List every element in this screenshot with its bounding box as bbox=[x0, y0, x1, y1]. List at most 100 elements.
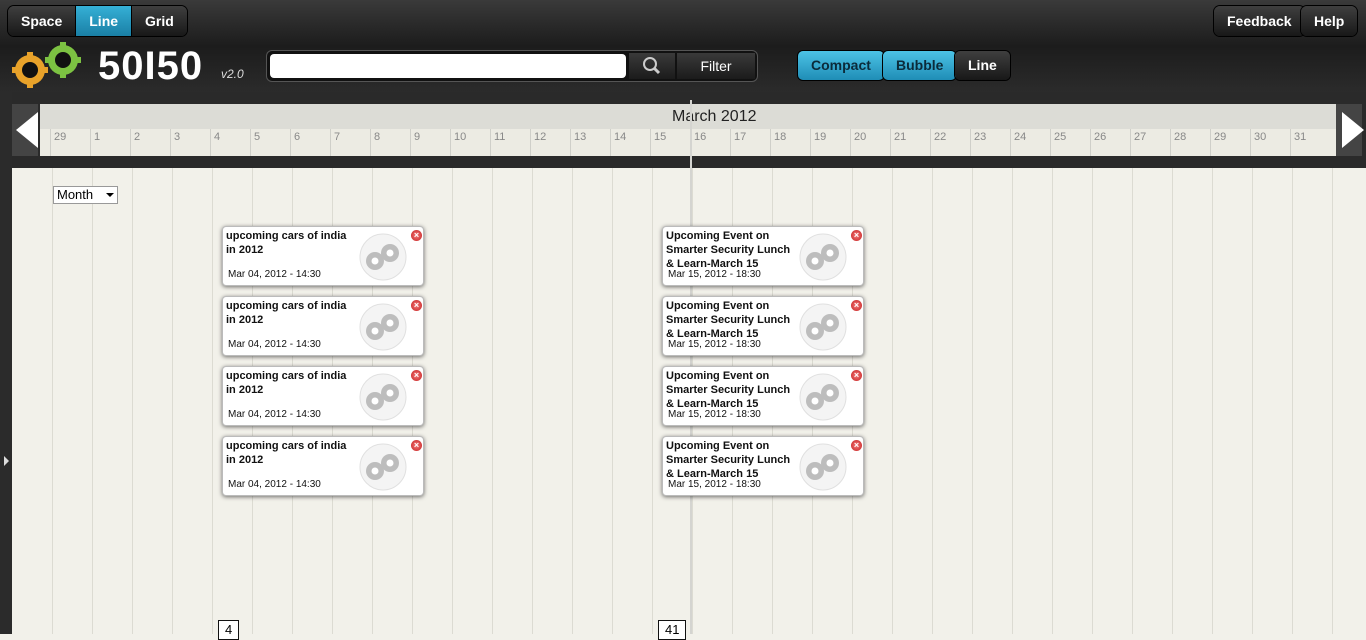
event-card[interactable]: upcoming cars of india in 2012 Mar 04, 20… bbox=[222, 226, 424, 286]
day-tick bbox=[650, 129, 651, 156]
day-tick bbox=[930, 129, 931, 156]
event-title[interactable]: upcoming cars of india in 2012 bbox=[226, 369, 356, 397]
day-label: 12 bbox=[534, 131, 547, 143]
gears-icon bbox=[357, 443, 409, 491]
day-label: 23 bbox=[974, 131, 987, 143]
day-tick bbox=[410, 129, 411, 156]
close-icon[interactable]: × bbox=[411, 300, 422, 311]
day-tick bbox=[770, 129, 771, 156]
event-date: Mar 04, 2012 - 14:30 bbox=[228, 479, 321, 490]
grid-line bbox=[972, 168, 973, 634]
day-tick bbox=[290, 129, 291, 156]
day-tick bbox=[330, 129, 331, 156]
event-card[interactable]: Upcoming Event on Smarter Security Lunch… bbox=[662, 436, 864, 496]
day-label: 22 bbox=[934, 131, 947, 143]
event-title[interactable]: Upcoming Event on Smarter Security Lunch… bbox=[666, 439, 796, 481]
gears-icon bbox=[797, 303, 849, 351]
grid-line bbox=[172, 168, 173, 634]
day-label: 30 bbox=[1254, 131, 1267, 143]
day-tick bbox=[1010, 129, 1011, 156]
day-label: 17 bbox=[734, 131, 747, 143]
event-title[interactable]: upcoming cars of india in 2012 bbox=[226, 439, 356, 467]
arrow-right-icon[interactable] bbox=[1342, 112, 1364, 148]
gears-icon bbox=[357, 303, 409, 351]
day-label: 20 bbox=[854, 131, 867, 143]
view-mode-switcher: Space Line Grid bbox=[8, 6, 187, 36]
timeline-scale[interactable]: March 2012 29 1 2 3 4 5 6 7 8 9 10 11 12 13 14 15 16 17 18… bbox=[40, 104, 1336, 156]
close-icon[interactable]: × bbox=[411, 230, 422, 241]
gears-icon bbox=[357, 233, 409, 281]
day-tick bbox=[210, 129, 211, 156]
expand-arrow-icon[interactable] bbox=[4, 456, 9, 466]
day-tick bbox=[50, 129, 51, 156]
day-label: 28 bbox=[1174, 131, 1187, 143]
event-title[interactable]: Upcoming Event on Smarter Security Lunch… bbox=[666, 229, 796, 271]
event-card[interactable]: upcoming cars of india in 2012 Mar 04, 20… bbox=[222, 296, 424, 356]
day-label: 8 bbox=[374, 131, 381, 143]
event-title[interactable]: Upcoming Event on Smarter Security Lunch… bbox=[666, 299, 796, 341]
day-tick bbox=[570, 129, 571, 156]
group-count-badge[interactable]: 4 bbox=[218, 620, 240, 640]
feedback-button[interactable]: Feedback bbox=[1214, 6, 1305, 36]
event-card[interactable]: Upcoming Event on Smarter Security Lunch… bbox=[662, 296, 864, 356]
day-tick bbox=[1210, 129, 1211, 156]
day-label: 27 bbox=[1134, 131, 1147, 143]
event-card[interactable]: Upcoming Event on Smarter Security Lunch… bbox=[662, 226, 864, 286]
help-button[interactable]: Help bbox=[1301, 6, 1358, 36]
arrow-left-icon[interactable] bbox=[16, 112, 38, 148]
event-title[interactable]: upcoming cars of india in 2012 bbox=[226, 299, 356, 327]
close-icon[interactable]: × bbox=[411, 440, 422, 451]
line-tab[interactable]: Line bbox=[76, 6, 133, 36]
grid-line bbox=[1092, 168, 1093, 634]
day-label: 13 bbox=[574, 131, 587, 143]
day-label: 26 bbox=[1094, 131, 1107, 143]
event-card[interactable]: upcoming cars of india in 2012 Mar 04, 20… bbox=[222, 436, 424, 496]
event-title[interactable]: Upcoming Event on Smarter Security Lunch… bbox=[666, 369, 796, 411]
day-label: 7 bbox=[334, 131, 341, 143]
day-label: 14 bbox=[614, 131, 627, 143]
gears-logo-icon bbox=[12, 42, 81, 88]
grid-line bbox=[132, 168, 133, 634]
day-tick bbox=[610, 129, 611, 156]
space-tab[interactable]: Space bbox=[8, 6, 77, 36]
search-input[interactable] bbox=[270, 54, 626, 78]
grid-line bbox=[1212, 168, 1213, 634]
group-count-badge[interactable]: 41 bbox=[658, 620, 687, 640]
day-label: 21 bbox=[894, 131, 907, 143]
gears-icon bbox=[797, 233, 849, 281]
day-tick bbox=[730, 129, 731, 156]
event-card[interactable]: Upcoming Event on Smarter Security Lunch… bbox=[662, 366, 864, 426]
event-date: Mar 04, 2012 - 14:30 bbox=[228, 269, 321, 280]
day-tick bbox=[370, 129, 371, 156]
bubble-view-button[interactable]: Bubble bbox=[883, 51, 957, 80]
day-label: 31 bbox=[1294, 131, 1307, 143]
event-title[interactable]: upcoming cars of india in 2012 bbox=[226, 229, 356, 257]
event-date: Mar 15, 2012 - 18:30 bbox=[668, 339, 761, 350]
grid-line bbox=[1012, 168, 1013, 634]
day-tick bbox=[890, 129, 891, 156]
line-view-button[interactable]: Line bbox=[955, 51, 1010, 80]
month-header: March 2012 bbox=[40, 104, 1336, 129]
close-icon[interactable]: × bbox=[851, 370, 862, 381]
close-icon[interactable]: × bbox=[851, 300, 862, 311]
day-label: 3 bbox=[174, 131, 181, 143]
event-date: Mar 15, 2012 - 18:30 bbox=[668, 479, 761, 490]
logo-version: v2.0 bbox=[221, 67, 244, 81]
range-select[interactable]: Month bbox=[53, 186, 118, 204]
gears-icon bbox=[357, 373, 409, 421]
event-date: Mar 04, 2012 - 14:30 bbox=[228, 339, 321, 350]
close-icon[interactable]: × bbox=[411, 370, 422, 381]
search-button[interactable] bbox=[629, 53, 675, 79]
top-header: Space Line Grid Feedback Help 50I50 v2.0… bbox=[0, 0, 1366, 92]
search-icon bbox=[643, 57, 661, 75]
close-icon[interactable]: × bbox=[851, 440, 862, 451]
close-icon[interactable]: × bbox=[851, 230, 862, 241]
event-date: Mar 15, 2012 - 18:30 bbox=[668, 269, 761, 280]
left-sidebar-handle[interactable] bbox=[0, 92, 12, 634]
event-card[interactable]: upcoming cars of india in 2012 Mar 04, 20… bbox=[222, 366, 424, 426]
day-tick bbox=[970, 129, 971, 156]
compact-view-button[interactable]: Compact bbox=[798, 51, 884, 80]
grid-line bbox=[1332, 168, 1333, 634]
grid-tab[interactable]: Grid bbox=[132, 6, 187, 36]
filter-button[interactable]: Filter bbox=[677, 53, 755, 79]
